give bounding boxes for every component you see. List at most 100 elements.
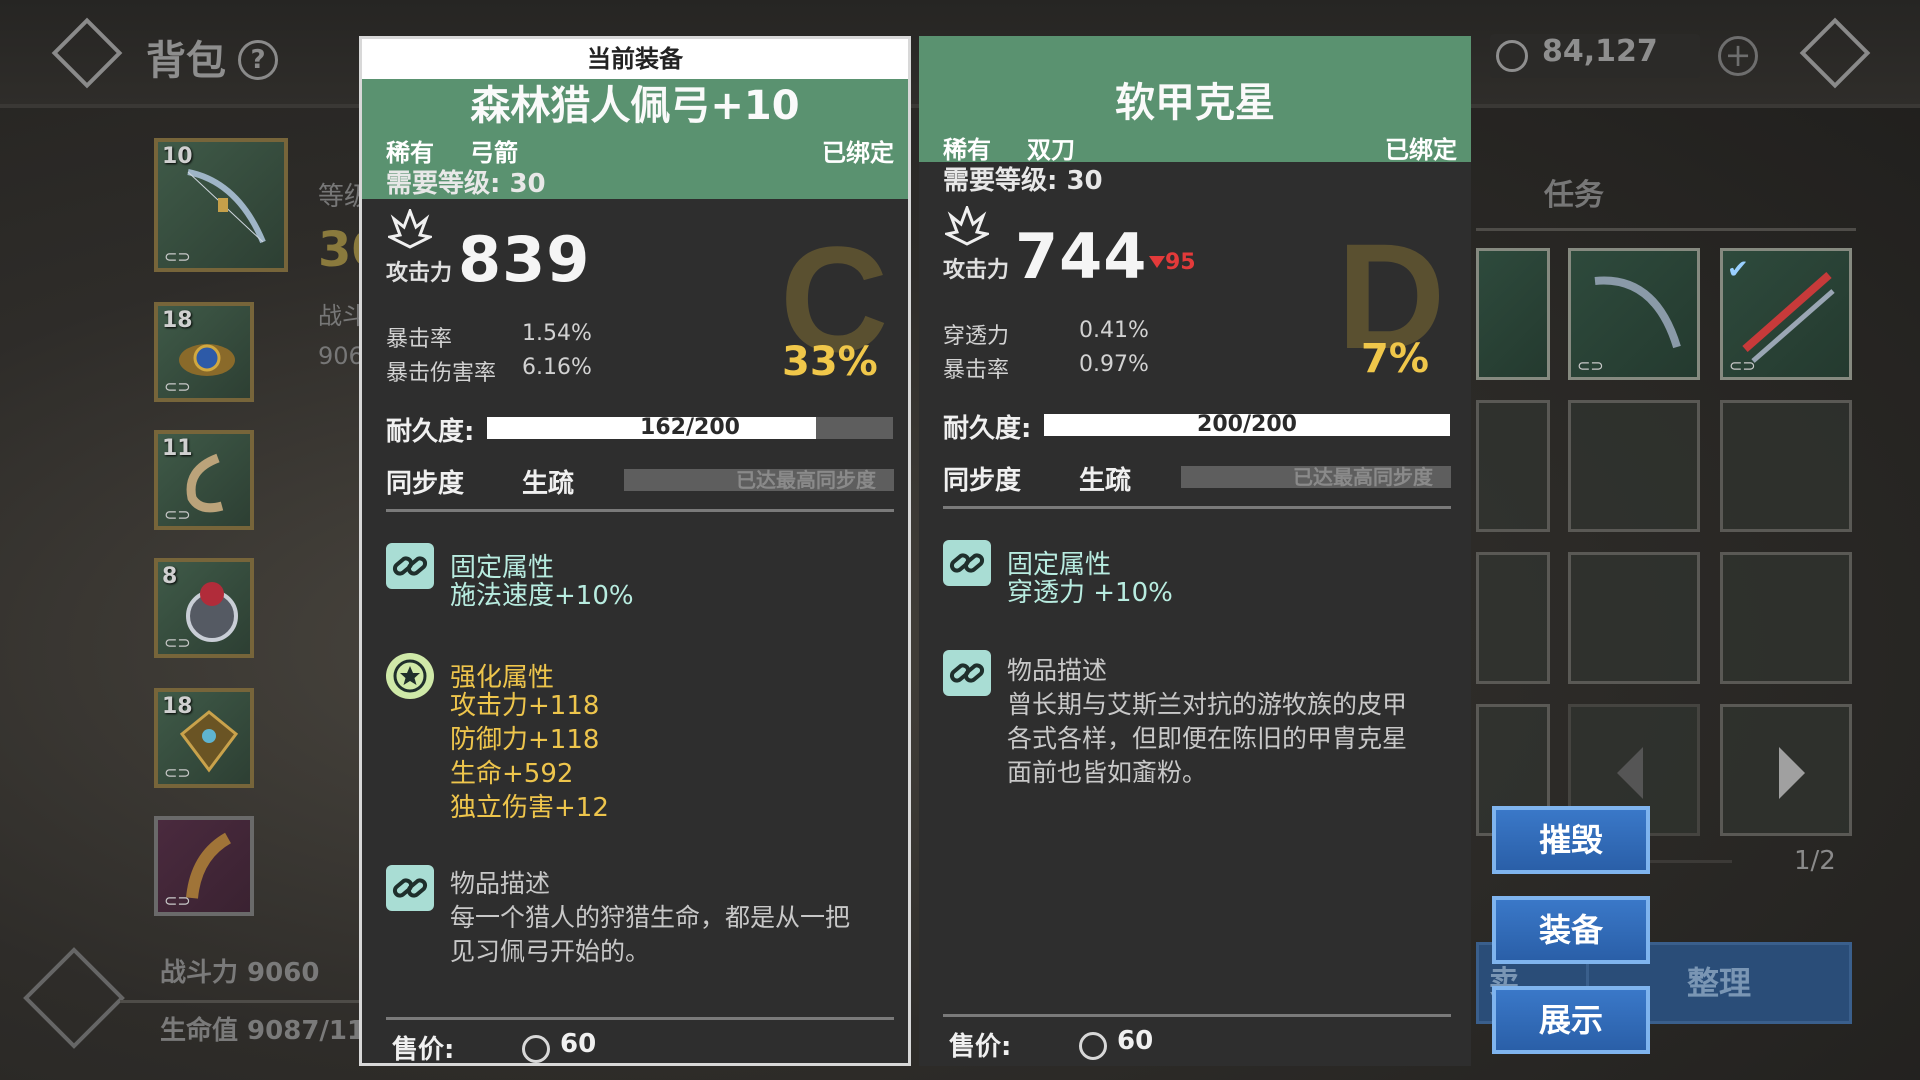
durability-bar: 200/200	[1044, 414, 1450, 436]
price-value: 60	[560, 1029, 597, 1059]
desc-line: 各式各样，但即便在陈旧的甲胄克星	[1007, 724, 1408, 753]
sync-bar: 已达最高同步度	[624, 469, 894, 491]
inventory-cell[interactable]	[1476, 552, 1550, 684]
desc-line: 曾长期与艾斯兰对抗的游牧族的皮甲	[1007, 690, 1408, 719]
currency-value: 84,127	[1542, 34, 1658, 69]
inventory-cell[interactable]	[1568, 552, 1700, 684]
divider	[1476, 228, 1856, 231]
tab-task[interactable]: 任务	[1544, 170, 1604, 214]
slot-level: 8	[162, 564, 178, 589]
item-name: 森林猎人佩弓+10	[470, 83, 800, 129]
sync-label: 同步度	[943, 466, 1022, 496]
attack-value: 839	[458, 223, 591, 296]
inventory-cell[interactable]	[1476, 400, 1550, 532]
durability-label: 耐久度:	[386, 417, 475, 447]
selected-check-icon: ✔	[1727, 255, 1749, 285]
add-currency-icon[interactable]: +	[1718, 36, 1758, 76]
grade-percent: 7%	[1361, 336, 1429, 382]
enhance-line: 独立伤害+12	[450, 793, 609, 823]
stat-name: 穿透力	[943, 324, 1010, 349]
star-icon	[386, 653, 434, 699]
compare-item-panel: 软甲克星 稀有 双刀 已绑定 需要等级: 30 攻击力 744 95 D 7% …	[919, 36, 1471, 1066]
home-icon[interactable]	[1799, 17, 1871, 89]
desc-title: 物品描述	[450, 869, 551, 898]
equip-slot-bracelet[interactable]: 11 ⊂⊃	[154, 430, 254, 530]
bound-status: 已绑定	[1385, 136, 1457, 164]
durability-label: 耐久度:	[943, 414, 1032, 444]
combat-power: 战斗力 9060	[160, 958, 320, 988]
stat-name: 暴击率	[943, 358, 1010, 383]
stat-name: 暴击伤害率	[386, 361, 497, 386]
arrow-left-icon	[1617, 747, 1643, 799]
attack-icon	[945, 206, 989, 246]
enhance-line: 防御力+118	[450, 725, 600, 755]
divider	[943, 506, 1451, 509]
hp-value: 生命值 9087/11	[160, 1016, 366, 1046]
price-label: 售价:	[949, 1032, 1012, 1062]
scroll-up-icon[interactable]	[23, 947, 125, 1049]
desc-line: 面前也皆如齑粉。	[1007, 758, 1208, 787]
show-button[interactable]: 展示	[1492, 986, 1650, 1054]
equip-slot-amulet[interactable]: 18 ⊂⊃	[154, 302, 254, 402]
power-value: 906	[318, 342, 364, 370]
sync-bar: 已达最高同步度	[1181, 466, 1451, 488]
sync-state: 生疏	[1079, 466, 1132, 496]
link-icon	[386, 865, 434, 911]
enhance-line: 攻击力+118	[450, 691, 600, 721]
attack-value: 744	[1015, 220, 1148, 293]
equip-slot-ring[interactable]: 8 ⊂⊃	[154, 558, 254, 658]
inventory-cell[interactable]: ⊂⊃	[1568, 248, 1700, 380]
durability-text: 200/200	[1197, 412, 1297, 437]
link-icon	[943, 540, 991, 586]
bow-icon	[187, 169, 266, 244]
attack-label: 攻击力	[943, 258, 1010, 283]
durability-bar: 162/200	[487, 417, 893, 439]
stat-value: 6.16%	[522, 355, 592, 380]
equip-slot-horn[interactable]: ⊂⊃	[154, 816, 254, 916]
inventory-cell[interactable]	[1720, 400, 1852, 532]
desc-title: 物品描述	[1007, 656, 1108, 685]
sync-state: 生疏	[522, 469, 575, 499]
equip-slot-weapon[interactable]: 10 ⊂⊃	[154, 138, 288, 272]
inventory-cell[interactable]	[1476, 248, 1550, 380]
equip-button[interactable]: 装备	[1492, 896, 1650, 964]
coin-icon	[522, 1035, 550, 1063]
enhance-line: 生命+592	[450, 759, 574, 789]
durability-text: 162/200	[640, 415, 740, 440]
inventory-cell[interactable]: ✔ ⊂⊃	[1720, 248, 1852, 380]
bound-status: 已绑定	[822, 139, 894, 167]
menu-diamond-icon[interactable]	[51, 17, 123, 89]
bow-item-icon	[1594, 276, 1681, 349]
current-item-panel: 当前装备 森林猎人佩弓+10 稀有 弓箭 已绑定 需要等级: 30 攻击力 83…	[359, 36, 911, 1066]
stat-value: 0.41%	[1079, 318, 1149, 343]
next-page-button[interactable]	[1720, 704, 1852, 836]
link-icon: ⊂⊃	[164, 505, 191, 524]
required-level: 需要等级: 30	[386, 169, 546, 199]
help-icon[interactable]: ?	[238, 40, 278, 80]
coin-icon	[1079, 1032, 1107, 1060]
stat-name: 暴击率	[386, 327, 453, 352]
price-label: 售价:	[392, 1035, 455, 1065]
page-indicator: 1/2	[1794, 846, 1836, 876]
diamond-frame	[51, 17, 123, 89]
fixed-attr-line: 施法速度+10%	[450, 581, 634, 611]
arrow-right-icon	[1779, 747, 1805, 799]
link-icon: ⊂⊃	[164, 891, 191, 910]
equip-slot-crest[interactable]: 18 ⊂⊃	[154, 688, 254, 788]
price-value: 60	[1117, 1026, 1154, 1056]
stat-value: 0.97%	[1079, 352, 1149, 377]
down-arrow-icon	[1149, 256, 1165, 268]
link-icon: ⊂⊃	[1577, 356, 1604, 375]
link-icon: ⊂⊃	[164, 763, 191, 782]
item-name: 软甲克星	[1115, 80, 1275, 126]
sync-label: 同步度	[386, 469, 465, 499]
link-icon: ⊂⊃	[164, 633, 191, 652]
inventory-cell[interactable]	[1720, 552, 1852, 684]
inventory-cell[interactable]	[1568, 400, 1700, 532]
attack-label: 攻击力	[386, 261, 453, 286]
grade-percent: 33%	[782, 339, 878, 385]
attack-icon	[388, 209, 432, 249]
destroy-button[interactable]: 摧毁	[1492, 806, 1650, 874]
coin-icon	[1496, 40, 1528, 72]
link-icon	[386, 543, 434, 589]
